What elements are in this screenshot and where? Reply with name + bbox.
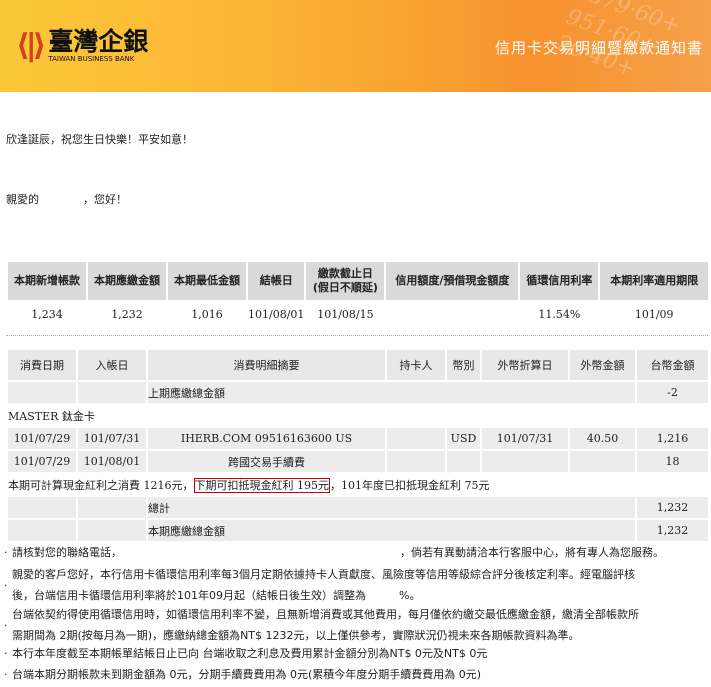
- bonus-highlight: 下期可扣抵現金紅利 195元: [193, 477, 330, 493]
- document-title: 信用卡交易明細暨繳款通知書: [494, 39, 703, 57]
- description: IHERB.COM 09516163600 US: [148, 428, 385, 449]
- salutation-suffix: ，您好！: [83, 193, 127, 206]
- col-header: 消費日期: [8, 350, 76, 380]
- revolving-rate: 11.54%: [538, 307, 581, 321]
- credit-limit: [386, 302, 518, 326]
- post-date: 101/07/31: [78, 428, 146, 449]
- col-header: 幣別: [447, 350, 480, 380]
- amount-due: 1,232: [111, 307, 143, 321]
- bonus-before: 本期可計算現金紅利之消費 1216元，: [8, 478, 194, 492]
- note-fees: · 本行本年度截至本期帳單結帳日止已向 台端收取之利息及費用累計金額分別為NT$ …: [4, 647, 488, 660]
- post-date: 101/08/01: [78, 451, 146, 472]
- fx-amount: [570, 451, 635, 472]
- previous-balance-row: 上期應繳總金額 -2: [8, 382, 708, 403]
- payment-deadline: 101/08/15: [317, 307, 374, 321]
- birthday-greeting: 欣逢誕辰，祝您生日快樂！平安如意！: [6, 133, 193, 146]
- note-text: 請核對您的聯絡電話，: [12, 546, 122, 559]
- note-text: 台端依契約得使用循環信用時，如循環信用利率不變，且無新增消費或其他費用，每月僅依…: [12, 608, 639, 621]
- due-label: 本期應繳總金額: [148, 520, 635, 541]
- transactions-table: 消費日期 入帳日 消費明細摘要 持卡人 幣別 外幣折算日 外幣金額 台幣金額 上…: [6, 348, 710, 543]
- dotted-divider: [6, 335, 708, 336]
- note-text: 台端本期分期帳款未到期金額為 0元，分期手續費費用為 0元(累積今年度分期手續費…: [12, 668, 482, 681]
- currency: [447, 451, 480, 472]
- logo-chinese: 臺灣企銀: [48, 26, 149, 56]
- due-amount: 1,232: [637, 520, 708, 541]
- amount-due-row: 本期應繳總金額 1,232: [8, 520, 708, 541]
- minimum-due: 1,016: [191, 307, 223, 321]
- note-rate: · 親愛的客戶您好，本行信用卡循環信用利率每3個月定期依據持卡人貢獻度、風險度等信…: [4, 564, 709, 606]
- statement-date: 101/08/01: [248, 307, 305, 321]
- summary-header: 本期最低金額: [168, 262, 246, 300]
- bonus-after: ，101年度已扣抵現金紅利 75元: [330, 478, 490, 492]
- total-label: 總計: [148, 497, 635, 518]
- previous-amount: -2: [637, 382, 708, 403]
- cardholder: [387, 428, 445, 449]
- fx-date: [482, 451, 568, 472]
- salutation: 親愛的 ，您好！: [6, 191, 127, 207]
- note-text: 本行本年度截至本期帳單結帳日止已向 台端收取之利息及費用累計金額分別為NT$ 0…: [12, 647, 488, 660]
- col-header: 持卡人: [387, 350, 445, 380]
- summary-header: 本期應繳金額: [88, 262, 166, 300]
- bank-logo: ⟨|⟩ 臺灣企銀 TAIWAN BUSINESS BANK: [16, 28, 148, 63]
- total-row: 總計 1,232: [8, 497, 708, 518]
- table-row: 101/07/29 101/07/31 IHERB.COM 09516163600 …: [8, 428, 708, 449]
- summary-header: 本期新增帳款: [8, 262, 86, 300]
- logo-mark-icon: ⟨|⟩: [16, 28, 46, 63]
- note-phone: · 請核對您的聯絡電話， ，倘若有異動請洽本行客服中心，將有專人為您服務。: [4, 546, 664, 559]
- total-amount: 1,232: [637, 497, 708, 518]
- header-banner: 3579·60+ 951·60+ 20·40+ ⟨|⟩ 臺灣企銀 TAIWAN BUS…: [0, 0, 711, 92]
- fx-amount: 40.50: [570, 428, 635, 449]
- rate-period: 101/09: [634, 307, 674, 321]
- cardholder: [387, 451, 445, 472]
- summary-table: 本期新增帳款 本期應繳金額 本期最低金額 結帳日 繳款截止日 (假日不順延) 信…: [6, 260, 710, 328]
- col-header: 消費明細摘要: [148, 350, 385, 380]
- col-header: 外幣金額: [570, 350, 635, 380]
- note-installments: · 台端本期分期帳款未到期金額為 0元，分期手續費費用為 0元(累積今年度分期手續…: [4, 668, 482, 681]
- summary-header: 結帳日: [248, 262, 305, 300]
- new-charges: 1,234: [31, 307, 63, 321]
- col-header: 入帳日: [78, 350, 146, 380]
- note-text: ，倘若有異動請洽本行客服中心，將有專人為您服務。: [400, 546, 664, 559]
- currency: USD: [447, 428, 480, 449]
- col-header: 台幣金額: [637, 350, 708, 380]
- note-text: 後，台端信用卡循環信用利率將於101年09月起（結帳日後生效）調整為 %。: [12, 589, 421, 602]
- previous-label: 上期應繳總金額: [148, 382, 635, 403]
- col-header: 外幣折算日: [482, 350, 568, 380]
- description: 跨國交易手續費: [148, 451, 385, 472]
- summary-header: 信用額度/預借現金額度: [386, 262, 519, 300]
- bonus-info: 本期可計算現金紅利之消費 1216元，下期可扣抵現金紅利 195元，101年度已…: [8, 474, 708, 495]
- fx-date: 101/07/31: [482, 428, 568, 449]
- logo-english: TAIWAN BUSINESS BANK: [48, 54, 135, 63]
- summary-header: 循環信用利率: [520, 262, 599, 300]
- twd-amount: 18: [637, 451, 708, 472]
- card-name: MASTER 鈦金卡: [8, 405, 708, 426]
- note-payoff: · 台端依契約得使用循環信用時，如循環信用利率不變，且無新增消費或其他費用，每月僅…: [4, 604, 709, 646]
- summary-header: 繳款截止日 (假日不順延): [306, 262, 385, 300]
- note-text: 親愛的客戶您好，本行信用卡循環信用利率每3個月定期依據持卡人貢獻度、風險度等信用…: [12, 568, 635, 581]
- twd-amount: 1,216: [637, 428, 708, 449]
- table-row: 101/07/29 101/08/01 跨國交易手續費 18: [8, 451, 708, 472]
- txn-date: 101/07/29: [8, 451, 76, 472]
- txn-date: 101/07/29: [8, 428, 76, 449]
- salutation-prefix: 親愛的: [6, 193, 39, 206]
- summary-header: 本期利率適用期限: [600, 262, 708, 300]
